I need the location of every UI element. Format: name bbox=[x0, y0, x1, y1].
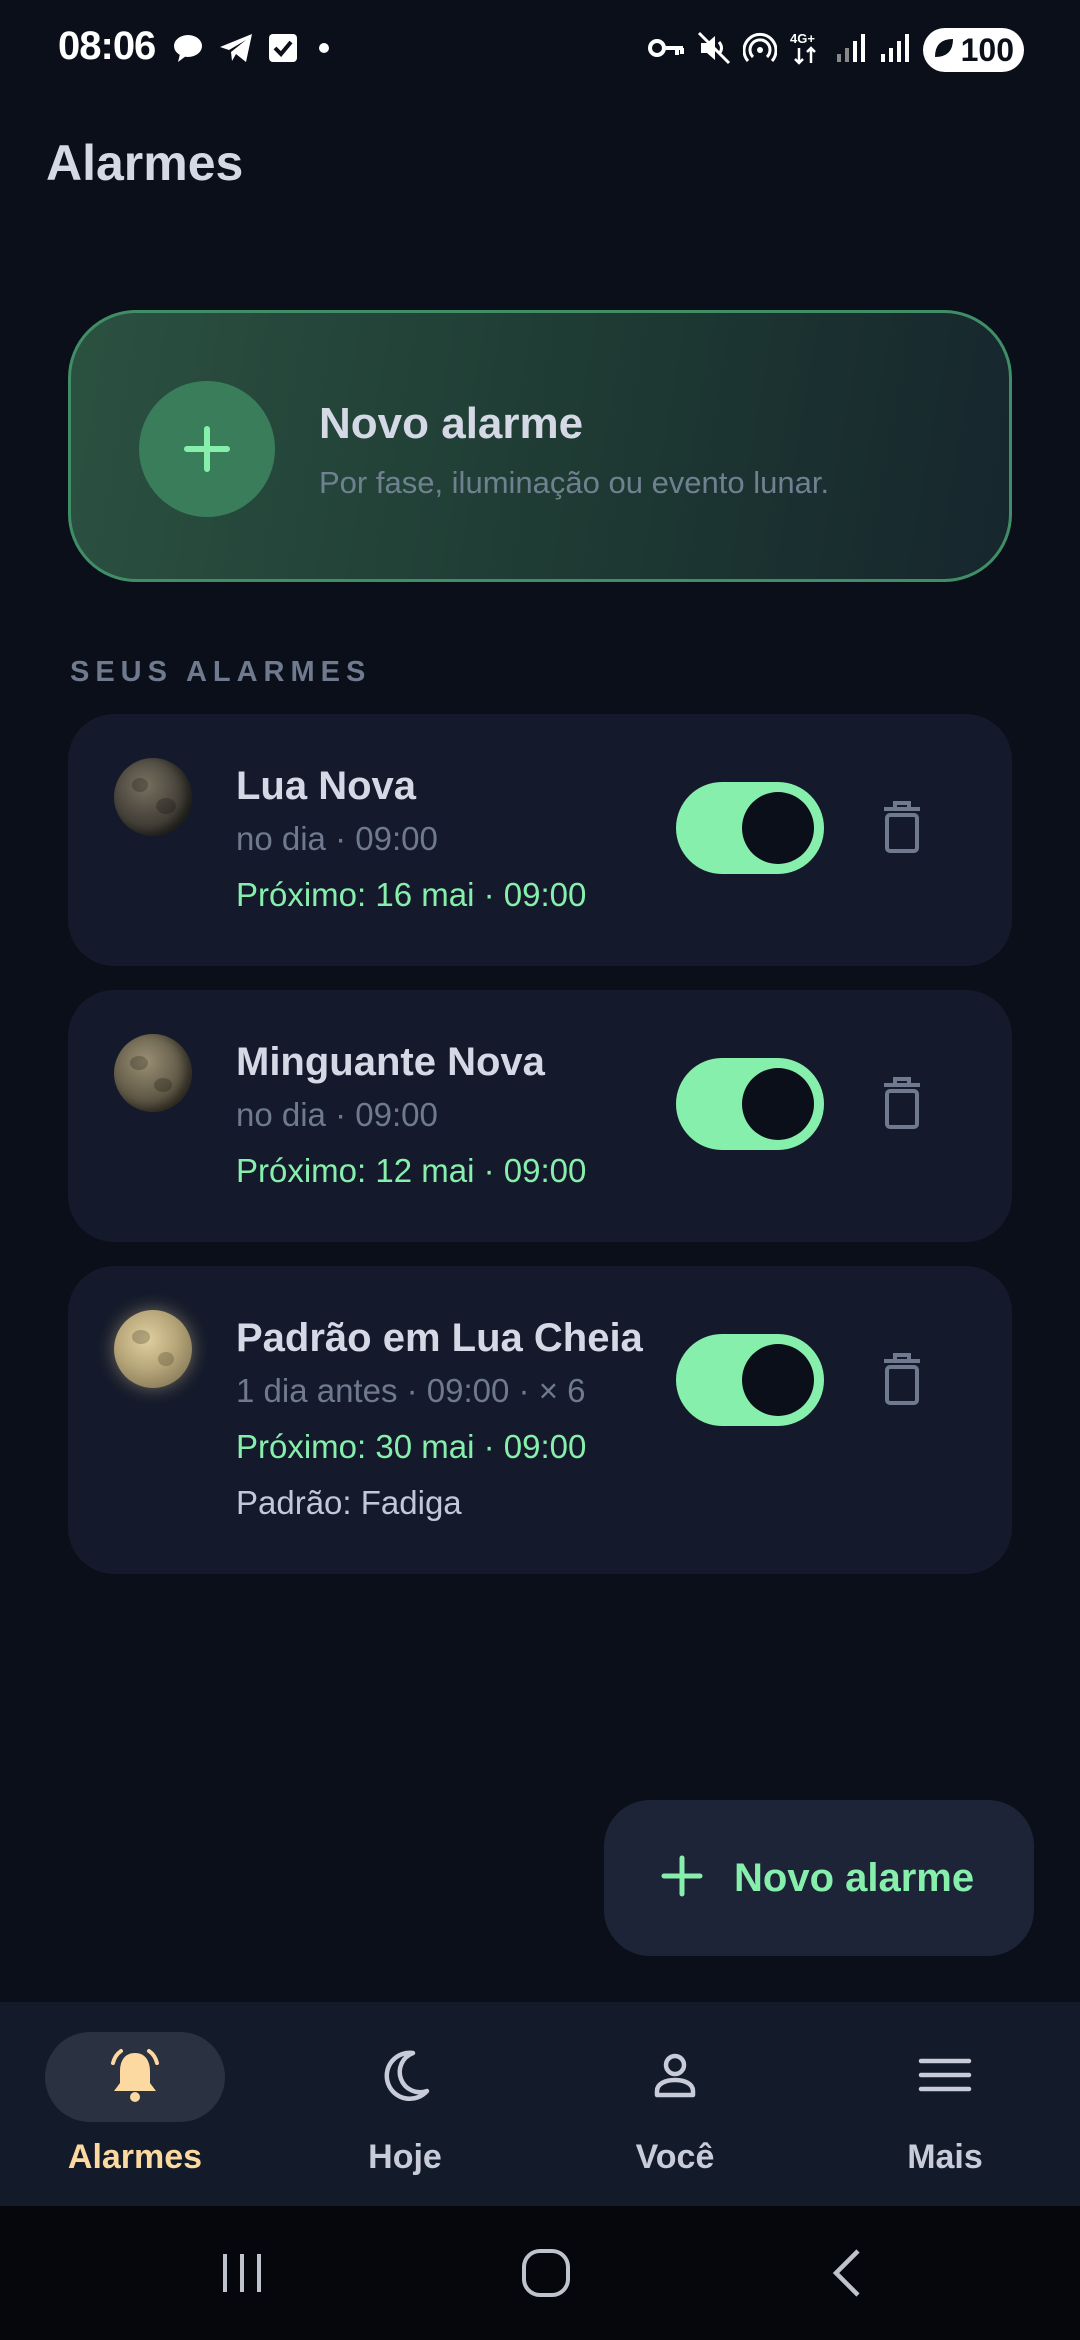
page-title: Alarmes bbox=[46, 135, 244, 191]
nav-active-indicator bbox=[45, 2032, 225, 2122]
bottom-navigation: Alarmes Hoje Você Mais bbox=[0, 2002, 1080, 2206]
signal-icon bbox=[879, 32, 911, 69]
recent-apps-icon[interactable] bbox=[202, 2236, 282, 2310]
system-navigation-bar bbox=[0, 2206, 1080, 2340]
checkbox-icon bbox=[268, 33, 298, 68]
section-heading: SEUS ALARMES bbox=[70, 656, 372, 688]
status-bar: 08:06 4G+ 100 bbox=[0, 0, 1080, 100]
4g-icon: 4G+ bbox=[789, 30, 823, 71]
alarm-card[interactable]: Minguante Nova no dia · 09:00 Próximo: 1… bbox=[68, 990, 1012, 1242]
dot-icon bbox=[312, 36, 336, 65]
alarm-card[interactable]: Padrão em Lua Cheia 1 dia antes · 09:00 … bbox=[68, 1266, 1012, 1574]
alarm-toggle[interactable] bbox=[676, 782, 824, 874]
new-moon-icon bbox=[114, 758, 192, 836]
toggle-knob bbox=[742, 1068, 814, 1140]
nav-item-more[interactable]: Mais bbox=[810, 2002, 1080, 2206]
telegram-icon bbox=[218, 32, 254, 69]
alarm-schedule: no dia · 09:00 bbox=[236, 820, 438, 857]
plus-icon bbox=[660, 1854, 704, 1903]
battery-indicator: 100 bbox=[922, 28, 1024, 72]
nav-label: Mais bbox=[907, 2138, 983, 2176]
nav-item-you[interactable]: Você bbox=[540, 2002, 810, 2206]
notification-icons bbox=[172, 28, 336, 72]
alarm-schedule: no dia · 09:00 bbox=[236, 1096, 438, 1133]
trash-icon[interactable] bbox=[872, 1344, 932, 1414]
hotspot-icon bbox=[742, 31, 778, 70]
new-alarm-card[interactable]: Novo alarme Por fase, iluminação ou even… bbox=[68, 310, 1012, 582]
home-icon[interactable] bbox=[506, 2236, 586, 2310]
alarm-schedule: 1 dia antes · 09:00 · × 6 bbox=[236, 1372, 586, 1409]
toggle-knob bbox=[742, 1344, 814, 1416]
vpn-key-icon bbox=[647, 33, 685, 68]
alarm-toggle[interactable] bbox=[676, 1058, 824, 1150]
alarm-toggle[interactable] bbox=[676, 1334, 824, 1426]
nav-icon-container bbox=[315, 2032, 495, 2122]
nav-label: Hoje bbox=[368, 2138, 442, 2176]
status-time: 08:06 bbox=[58, 24, 156, 68]
alarm-next-occurrence: Próximo: 12 mai · 09:00 bbox=[236, 1152, 587, 1189]
crescent-moon-icon bbox=[377, 2047, 433, 2108]
nav-item-alarms[interactable]: Alarmes bbox=[0, 2002, 270, 2206]
nav-label: Você bbox=[635, 2138, 715, 2176]
signal-icon bbox=[835, 32, 867, 69]
menu-icon bbox=[917, 2047, 973, 2108]
alarm-title: Minguante Nova bbox=[236, 1040, 545, 1084]
system-status-icons: 4G+ 100 bbox=[647, 26, 1024, 74]
new-alarm-subtitle: Por fase, iluminação ou evento lunar. bbox=[319, 465, 830, 500]
alarm-next-occurrence: Próximo: 30 mai · 09:00 bbox=[236, 1428, 587, 1465]
nav-icon-container bbox=[585, 2032, 765, 2122]
bell-icon bbox=[105, 2045, 165, 2110]
trash-icon[interactable] bbox=[872, 792, 932, 862]
waning-moon-icon bbox=[114, 1034, 192, 1112]
alarm-pattern: Padrão: Fadiga bbox=[236, 1484, 462, 1521]
alarms-screen: 08:06 4G+ 100 Alarmes Novo alarme Por fa… bbox=[0, 0, 1080, 2340]
trash-icon[interactable] bbox=[872, 1068, 932, 1138]
fab-label: Novo alarme bbox=[734, 1855, 975, 1900]
full-moon-icon bbox=[114, 1310, 192, 1388]
svg-text:4G+: 4G+ bbox=[790, 31, 815, 46]
battery-level: 100 bbox=[960, 31, 1014, 68]
nav-icon-container bbox=[855, 2032, 1035, 2122]
battery-leaf-icon bbox=[931, 32, 957, 69]
person-icon bbox=[647, 2047, 703, 2108]
alarm-next-occurrence: Próximo: 16 mai · 09:00 bbox=[236, 876, 587, 913]
toggle-knob bbox=[742, 792, 814, 864]
new-alarm-title: Novo alarme bbox=[319, 399, 584, 448]
alarm-title: Padrão em Lua Cheia bbox=[236, 1316, 643, 1360]
nav-label: Alarmes bbox=[67, 2138, 203, 2176]
plus-icon bbox=[139, 381, 275, 517]
alarm-card[interactable]: Lua Nova no dia · 09:00 Próximo: 16 mai … bbox=[68, 714, 1012, 966]
back-icon[interactable] bbox=[808, 2236, 888, 2310]
alarm-title: Lua Nova bbox=[236, 764, 417, 808]
mute-icon bbox=[697, 31, 731, 70]
chat-bubble-icon bbox=[172, 32, 204, 69]
new-alarm-fab[interactable]: Novo alarme bbox=[604, 1800, 1034, 1956]
nav-item-today[interactable]: Hoje bbox=[270, 2002, 540, 2206]
